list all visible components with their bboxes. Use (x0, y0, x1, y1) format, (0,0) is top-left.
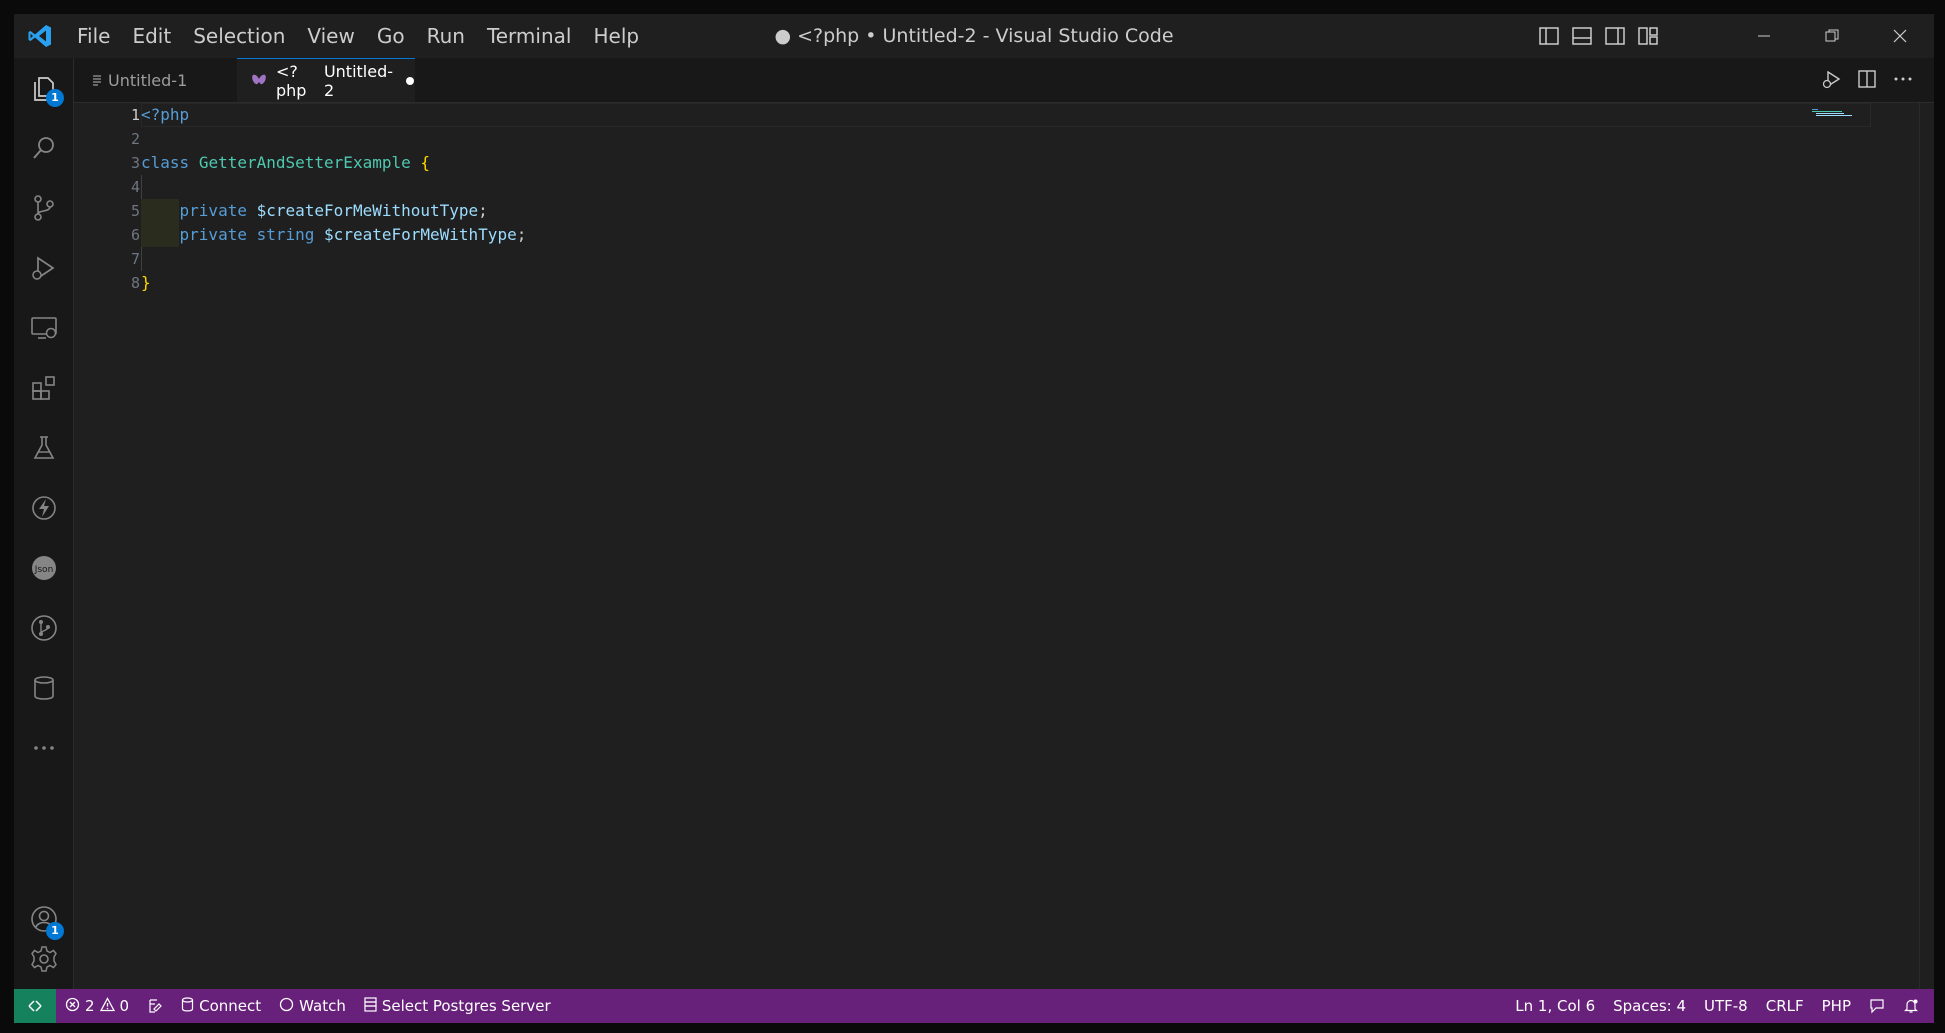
menu-file[interactable]: File (66, 14, 121, 58)
line-number: 5 (130, 202, 140, 220)
tab-prefix: <?php (276, 61, 307, 100)
line-number: 4 (130, 178, 140, 196)
settings-gear-icon[interactable] (14, 929, 73, 989)
menu-run[interactable]: Run (416, 14, 476, 58)
error-count: 2 (85, 997, 95, 1015)
watch-label: Watch (299, 997, 346, 1015)
close-icon[interactable] (1866, 14, 1934, 58)
toggle-secondary-sidebar-icon[interactable] (1603, 24, 1627, 48)
select-postgres-server-button[interactable]: Select Postgres Server (355, 989, 560, 1023)
warning-icon (99, 996, 115, 1016)
php-file-icon (251, 71, 267, 90)
toggle-panel-icon[interactable] (1570, 24, 1594, 48)
cursor-position[interactable]: Ln 1, Col 6 (1506, 989, 1604, 1023)
editor-tab-bar: Untitled-1 <?php Untitled-2 (74, 58, 1934, 103)
git-graph-icon[interactable] (14, 598, 73, 658)
menu-edit[interactable]: Edit (121, 14, 182, 58)
end-of-line[interactable]: CRLF (1757, 989, 1813, 1023)
warning-count: 0 (119, 997, 130, 1015)
testing-icon[interactable] (14, 418, 73, 478)
customize-layout-icon[interactable] (1636, 24, 1660, 48)
code-editor[interactable]: 1 2 3 4 5 6 7 8 <?php class GetterAndSet… (74, 103, 1934, 989)
more-actions-icon[interactable] (1892, 68, 1914, 90)
run-file-icon[interactable] (1820, 68, 1842, 90)
explorer-badge: 1 (46, 89, 64, 107)
menu-selection[interactable]: Selection (182, 14, 296, 58)
json-icon-label: Json (33, 565, 53, 575)
unsaved-dot-icon[interactable] (405, 71, 415, 90)
vertical-scrollbar[interactable] (1919, 103, 1934, 989)
status-bar: 2 0 Connect Watch Select Postgres Server… (14, 989, 1934, 1023)
notifications-bell-icon[interactable] (1894, 989, 1928, 1023)
server-icon (364, 996, 377, 1016)
vscode-window: File Edit Selection View Go Run Terminal… (14, 14, 1934, 1023)
tab-untitled-1[interactable]: Untitled-1 (74, 58, 194, 102)
database-icon (181, 996, 194, 1016)
connect-label: Connect (199, 997, 262, 1015)
line-number: 1 (130, 106, 140, 124)
title-bar: File Edit Selection View Go Run Terminal… (14, 14, 1934, 58)
line-number: 2 (130, 130, 140, 148)
menu-go[interactable]: Go (366, 14, 416, 58)
minimize-icon[interactable] (1730, 14, 1798, 58)
toggle-primary-sidebar-icon[interactable] (1537, 24, 1561, 48)
run-debug-icon[interactable] (14, 238, 73, 298)
line-number: 6 (130, 226, 140, 244)
circle-icon (279, 997, 294, 1016)
search-icon[interactable] (14, 118, 73, 178)
source-control-icon[interactable] (14, 178, 73, 238)
extensions-icon[interactable] (14, 358, 73, 418)
remote-indicator-icon[interactable] (14, 989, 56, 1023)
database-icon[interactable] (14, 658, 73, 718)
problems-indicator[interactable]: 2 0 (56, 989, 138, 1023)
code-line-1: <?php (141, 105, 190, 124)
minimap[interactable] (1810, 103, 1870, 116)
thunder-client-icon[interactable] (14, 478, 73, 538)
menu-help[interactable]: Help (582, 14, 650, 58)
connect-button[interactable]: Connect (172, 989, 270, 1023)
tab-label: Untitled-1 (108, 70, 188, 90)
tab-label: Untitled-2 (323, 61, 393, 100)
line-number: 8 (130, 274, 140, 292)
code-line-5: private $createForMeWithoutType; (179, 201, 488, 220)
json-icon[interactable]: Json (14, 538, 73, 598)
error-icon (65, 997, 80, 1016)
window-title: ● <?php • Untitled-2 - Visual Studio Cod… (774, 25, 1174, 47)
postgres-label: Select Postgres Server (381, 997, 551, 1015)
tab-untitled-2[interactable]: <?php Untitled-2 (237, 58, 415, 102)
menu-view[interactable]: View (296, 14, 365, 58)
text-file-icon (92, 71, 102, 90)
line-number: 3 (130, 154, 140, 172)
language-mode[interactable]: PHP (1813, 989, 1860, 1023)
menu-terminal[interactable]: Terminal (476, 14, 583, 58)
activity-bar: 1 Json 1 (14, 58, 74, 989)
split-editor-icon[interactable] (1856, 68, 1878, 90)
watch-button[interactable]: Watch (270, 989, 355, 1023)
more-views-icon[interactable] (14, 718, 73, 778)
edit-file-icon[interactable] (138, 989, 172, 1023)
vscode-logo-icon (14, 14, 66, 58)
restore-icon[interactable] (1798, 14, 1866, 58)
remote-explorer-icon[interactable] (14, 298, 73, 358)
current-line-highlight (141, 103, 1871, 127)
code-line-3: class GetterAndSetterExample { (141, 153, 431, 172)
encoding[interactable]: UTF-8 (1695, 989, 1757, 1023)
code-content[interactable]: <?php class GetterAndSetterExample { pri… (141, 103, 1871, 293)
code-line-6: private string $createForMeWithType; (179, 225, 527, 244)
code-line-8: } (141, 273, 151, 292)
explorer-icon[interactable]: 1 (14, 58, 73, 118)
line-number: 7 (130, 250, 140, 268)
feedback-icon[interactable] (1860, 989, 1894, 1023)
indentation[interactable]: Spaces: 4 (1604, 989, 1695, 1023)
menu-bar: File Edit Selection View Go Run Terminal… (66, 14, 650, 58)
